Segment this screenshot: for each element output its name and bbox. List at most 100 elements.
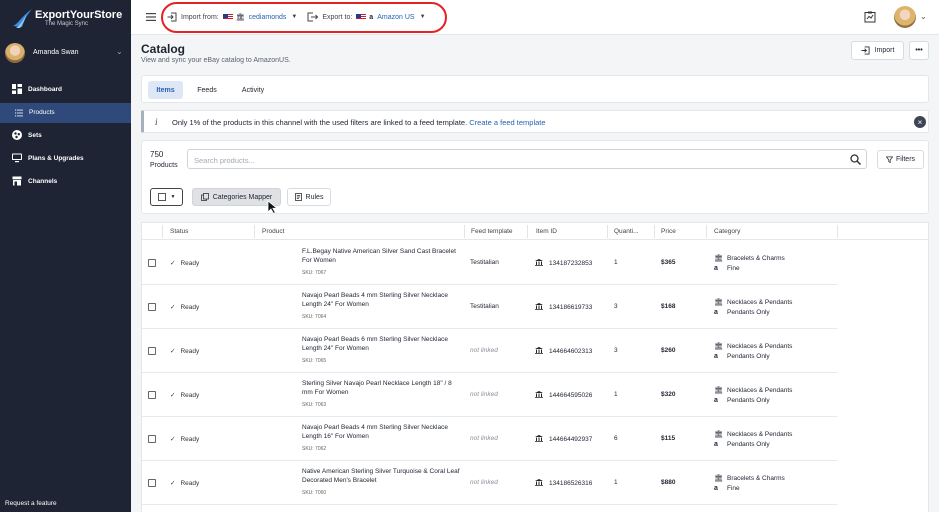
column-feed-template[interactable]: Feed template bbox=[471, 228, 513, 235]
row-quantity: 3 bbox=[614, 303, 618, 310]
amazon-icon: a bbox=[369, 13, 374, 21]
table-row[interactable]: Ready Native American Sterling Silver Tu… bbox=[142, 461, 837, 505]
request-feature-link[interactable]: Request a feature bbox=[5, 500, 57, 507]
sidebar-item-sets[interactable]: Sets bbox=[0, 126, 131, 146]
row-checkbox[interactable] bbox=[148, 479, 156, 487]
rules-icon bbox=[294, 193, 302, 201]
column-price[interactable]: Price bbox=[661, 228, 676, 235]
caret-down-icon[interactable]: ▼ bbox=[291, 14, 297, 20]
page-title: Catalog bbox=[141, 42, 186, 56]
store-icon: 🏛 bbox=[714, 387, 723, 394]
more-options-button[interactable]: ••• bbox=[909, 41, 929, 60]
sidebar-item-label: Plans & Upgrades bbox=[28, 155, 84, 162]
hamburger-icon[interactable] bbox=[146, 12, 156, 22]
sidebar-item-channels[interactable]: Channels bbox=[0, 172, 131, 192]
row-feed-template: not linked bbox=[470, 347, 498, 354]
row-status: Ready bbox=[170, 391, 199, 399]
column-status[interactable]: Status bbox=[170, 228, 188, 235]
caret-down-icon[interactable]: ▼ bbox=[420, 14, 426, 20]
brand-name: ExportYourStore bbox=[35, 9, 123, 21]
row-ebay-category: 🏛 Bracelets & Charms bbox=[714, 254, 785, 262]
search-input[interactable]: Search products... bbox=[187, 149, 867, 169]
amazon-icon: a bbox=[714, 397, 718, 404]
import-button[interactable]: Import bbox=[851, 41, 904, 60]
item-id-text: 134186619733 bbox=[549, 304, 593, 311]
row-sku: SKU: 7064 bbox=[302, 314, 327, 320]
row-product-name[interactable]: Navajo Pearl Beads 6 mm Sterling Silver … bbox=[302, 336, 464, 353]
inventory-icon[interactable] bbox=[864, 11, 876, 23]
column-product[interactable]: Product bbox=[262, 228, 284, 235]
item-id-text: 134187232853 bbox=[549, 260, 593, 267]
sets-icon bbox=[12, 130, 22, 140]
row-amazon-category: a Pendants Only bbox=[714, 441, 770, 448]
table-row[interactable]: Ready Navajo Pearl Beads 4 mm Sterling S… bbox=[142, 417, 837, 461]
table-row[interactable]: Ready F.L.Begay Native American Silver S… bbox=[142, 241, 837, 285]
amazon-category-text: Fine bbox=[727, 485, 740, 492]
tab-items[interactable]: Items bbox=[148, 81, 183, 99]
row-product-name[interactable]: Navajo Pearl Beads 4 mm Sterling Silver … bbox=[302, 292, 464, 309]
row-checkbox[interactable] bbox=[148, 391, 156, 399]
channel-selector: Import from: 🏛 cediamonds ▼ Export to: a… bbox=[167, 10, 426, 24]
row-status: Ready bbox=[170, 347, 199, 355]
column-divider bbox=[607, 225, 608, 238]
row-status: Ready bbox=[170, 435, 199, 443]
product-count: 750 bbox=[150, 150, 164, 159]
select-all-checkbox[interactable] bbox=[157, 193, 166, 201]
column-divider bbox=[162, 225, 163, 238]
row-product-name[interactable]: Navajo Pearl Beads 4 mm Sterling Silver … bbox=[302, 424, 464, 441]
column-item-id[interactable]: Item ID bbox=[536, 228, 557, 235]
row-checkbox[interactable] bbox=[148, 347, 156, 355]
page-subtitle: View and sync your eBay catalog to Amazo… bbox=[141, 57, 291, 64]
row-item-id: 144664602313 bbox=[535, 347, 592, 355]
user-menu[interactable]: Amanda Swan ⌄ bbox=[0, 40, 131, 68]
rules-button[interactable]: Rules bbox=[287, 188, 331, 206]
row-checkbox[interactable] bbox=[148, 259, 156, 267]
row-ebay-category: 🏛 Necklaces & Pendants bbox=[714, 342, 792, 350]
row-status: Ready bbox=[170, 303, 199, 311]
row-quantity: 1 bbox=[614, 479, 618, 486]
chevron-down-icon[interactable]: ⌄ bbox=[920, 12, 927, 21]
tab-activity[interactable]: Activity bbox=[236, 81, 270, 99]
row-feed-template: Testitalian bbox=[470, 259, 499, 266]
store-icon bbox=[535, 303, 543, 310]
create-feed-template-link[interactable]: Create a feed template bbox=[469, 118, 545, 127]
sidebar-item-plans[interactable]: Plans & Upgrades bbox=[0, 149, 131, 169]
search-icon[interactable] bbox=[850, 154, 861, 165]
store-icon: 🏛 bbox=[235, 14, 245, 21]
table-row[interactable]: Ready Navajo Pearl Beads 4 mm Sterling S… bbox=[142, 285, 837, 329]
sidebar-item-products[interactable]: Products bbox=[0, 103, 131, 123]
brand-logo[interactable]: ExportYourStore The Magic Sync bbox=[10, 6, 128, 30]
filters-label: Filters bbox=[895, 156, 916, 163]
store-icon: 🏛 bbox=[714, 475, 723, 482]
row-price: $320 bbox=[661, 391, 676, 398]
column-category[interactable]: Category bbox=[714, 228, 740, 235]
close-icon[interactable]: × bbox=[914, 116, 926, 128]
row-checkbox[interactable] bbox=[148, 303, 156, 311]
row-product-name[interactable]: Sterling Silver Navajo Pearl Necklace Le… bbox=[302, 380, 464, 397]
row-product-name[interactable]: F.L.Begay Native American Silver Sand Ca… bbox=[302, 248, 464, 265]
row-price: $365 bbox=[661, 259, 676, 266]
avatar[interactable] bbox=[894, 6, 916, 28]
amazon-category-text: Pendants Only bbox=[727, 353, 770, 360]
export-target-select[interactable]: Amazon US bbox=[377, 14, 414, 21]
bulk-select-dropdown[interactable]: ▼ bbox=[150, 188, 183, 206]
row-quantity: 1 bbox=[614, 259, 618, 266]
row-price: $260 bbox=[661, 347, 676, 354]
column-quantity[interactable]: Quanti... bbox=[614, 228, 639, 235]
import-source-select[interactable]: cediamonds bbox=[249, 14, 287, 21]
row-amazon-category: a Fine bbox=[714, 485, 740, 492]
sidebar-item-dashboard[interactable]: Dashboard bbox=[0, 80, 131, 100]
column-divider bbox=[464, 225, 465, 238]
ebay-category-text: Bracelets & Charms bbox=[727, 255, 785, 262]
column-divider bbox=[837, 225, 838, 238]
row-checkbox[interactable] bbox=[148, 435, 156, 443]
item-id-text: 144664595026 bbox=[549, 392, 593, 399]
table-row[interactable]: Ready Sterling Silver Navajo Pearl Neckl… bbox=[142, 373, 837, 417]
filters-button[interactable]: Filters bbox=[877, 150, 924, 169]
store-icon bbox=[535, 391, 543, 398]
row-ebay-category: 🏛 Necklaces & Pendants bbox=[714, 430, 792, 438]
table-row[interactable]: Ready Navajo Pearl Beads 6 mm Sterling S… bbox=[142, 329, 837, 373]
row-product-name[interactable]: Native American Sterling Silver Turquois… bbox=[302, 468, 464, 485]
row-item-id: 144664492937 bbox=[535, 435, 592, 443]
tab-feeds[interactable]: Feeds bbox=[192, 81, 222, 99]
